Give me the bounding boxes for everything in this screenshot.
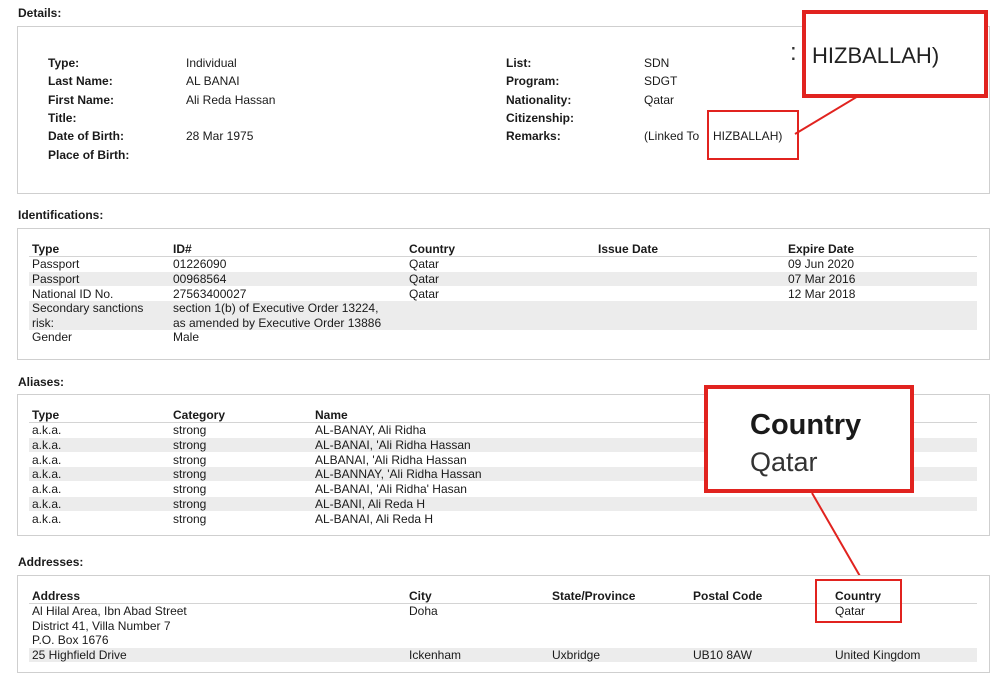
addr-cell: United Kingdom: [835, 648, 921, 662]
remarks-zoom-callout: HIZBALLAH): [802, 10, 988, 98]
alias-cell: a.k.a.: [32, 512, 62, 526]
ident-cell: 01226090: [173, 257, 227, 271]
ident-col-issue-date: Issue Date: [598, 242, 659, 256]
alias-cell: strong: [173, 497, 207, 511]
addr-cell: District 41, Villa Number 7: [32, 619, 171, 633]
last-name-label: Last Name:: [48, 74, 113, 88]
alias-cell: AL-BANAI, 'Ali Ridha Hassan: [315, 438, 471, 452]
identifications-heading: Identifications:: [18, 208, 104, 222]
zoom-country-header: Country: [750, 409, 862, 441]
addr-cell: Doha: [409, 604, 438, 618]
alias-col-category: Category: [173, 408, 226, 422]
zoom-hizballah-text: HIZBALLAH): [812, 43, 940, 68]
ident-col-country: Country: [409, 242, 455, 256]
first-name-label: First Name:: [48, 93, 115, 107]
alias-cell: a.k.a.: [32, 497, 62, 511]
ident-col-expire-date: Expire Date: [788, 242, 855, 256]
type-value: Individual: [186, 56, 237, 70]
ident-cell: National ID No.: [32, 287, 114, 301]
ident-cell: 07 Mar 2016: [788, 272, 856, 286]
list-value: SDN: [644, 56, 670, 70]
addr-col-postal: Postal Code: [693, 589, 763, 603]
zoom-partial-char: :: [790, 39, 797, 66]
pob-label: Place of Birth:: [48, 148, 130, 162]
list-label: List:: [506, 56, 532, 70]
program-label: Program:: [506, 74, 560, 88]
alias-cell: AL-BANNAY, 'Ali Ridha Hassan: [315, 467, 482, 481]
alias-cell: a.k.a.: [32, 482, 62, 496]
citizenship-label: Citizenship:: [506, 111, 574, 125]
alias-cell: strong: [173, 512, 207, 526]
addr-cell: UB10 8AW: [693, 648, 752, 662]
alias-cell: ALBANAI, 'Ali Ridha Hassan: [315, 453, 467, 467]
addr-cell: Uxbridge: [552, 648, 601, 662]
alias-col-name: Name: [315, 408, 348, 422]
last-name-value: AL BANAI: [186, 74, 240, 88]
dob-label: Date of Birth:: [48, 129, 124, 143]
first-name-value: Ali Reda Hassan: [186, 93, 276, 107]
alias-cell: a.k.a.: [32, 467, 62, 481]
remarks-value: (Linked To: [644, 129, 700, 143]
addr-cell: Al Hilal Area, Ibn Abad Street: [32, 604, 187, 618]
ident-cell: 12 Mar 2018: [788, 287, 856, 301]
addr-col-address: Address: [32, 589, 81, 603]
addr-cell: P.O. Box 1676: [32, 633, 109, 647]
ident-cell: as amended by Executive Order 13886: [173, 316, 382, 330]
remarks-label: Remarks:: [506, 129, 561, 143]
addr-col-state: State/Province: [552, 589, 636, 603]
ident-cell: Passport: [32, 257, 80, 271]
alias-cell: a.k.a.: [32, 453, 62, 467]
type-label: Type:: [48, 56, 80, 70]
alias-cell: strong: [173, 438, 207, 452]
address-country-highlight-box: [815, 579, 902, 623]
addr-cell: 25 Highfield Drive: [32, 648, 127, 662]
alias-cell: strong: [173, 453, 207, 467]
ident-cell: 27563400027: [173, 287, 247, 301]
ident-cell: Secondary sanctions: [32, 301, 144, 315]
alias-cell: strong: [173, 423, 207, 437]
dob-value: 28 Mar 1975: [186, 129, 254, 143]
ident-cell: Male: [173, 330, 200, 344]
ident-cell: Gender: [32, 330, 73, 344]
title-label: Title:: [48, 111, 77, 125]
overlay-cutout: [680, 362, 928, 380]
ident-cell: 09 Jun 2020: [788, 257, 855, 271]
details-heading: Details:: [18, 6, 62, 20]
ident-cell: Qatar: [409, 257, 440, 271]
ident-cell: Qatar: [409, 287, 440, 301]
alias-row-stripe: [29, 497, 977, 511]
ident-cell: 00968564: [173, 272, 227, 286]
ident-col-id: ID#: [173, 242, 192, 256]
aliases-heading: Aliases:: [18, 375, 65, 389]
ident-cell: Qatar: [409, 272, 440, 286]
nationality-label: Nationality:: [506, 93, 572, 107]
country-zoom-callout: Country Qatar: [704, 385, 914, 493]
ident-cell: Passport: [32, 272, 80, 286]
alias-cell: AL-BANAI, Ali Reda H: [315, 512, 434, 526]
alias-cell: AL-BANI, Ali Reda H: [315, 497, 426, 511]
zoom-country-value: Qatar: [750, 447, 818, 477]
alias-cell: a.k.a.: [32, 438, 62, 452]
remarks-highlight-box: [707, 110, 799, 160]
alias-cell: AL-BANAI, 'Ali Ridha' Hasan: [315, 482, 467, 496]
ident-cell: section 1(b) of Executive Order 13224,: [173, 301, 379, 315]
alias-cell: a.k.a.: [32, 423, 62, 437]
alias-col-type: Type: [32, 408, 60, 422]
addr-cell: Ickenham: [409, 648, 462, 662]
ident-row-stripe: [29, 301, 977, 330]
alias-cell: strong: [173, 482, 207, 496]
program-value: SDGT: [644, 74, 678, 88]
alias-cell: AL-BANAY, Ali Ridha: [315, 423, 426, 437]
addresses-heading: Addresses:: [18, 555, 84, 569]
addr-col-city: City: [409, 589, 432, 603]
ident-col-type: Type: [32, 242, 60, 256]
alias-cell: strong: [173, 467, 207, 481]
nationality-value: Qatar: [644, 93, 675, 107]
ident-cell: risk:: [32, 316, 54, 330]
